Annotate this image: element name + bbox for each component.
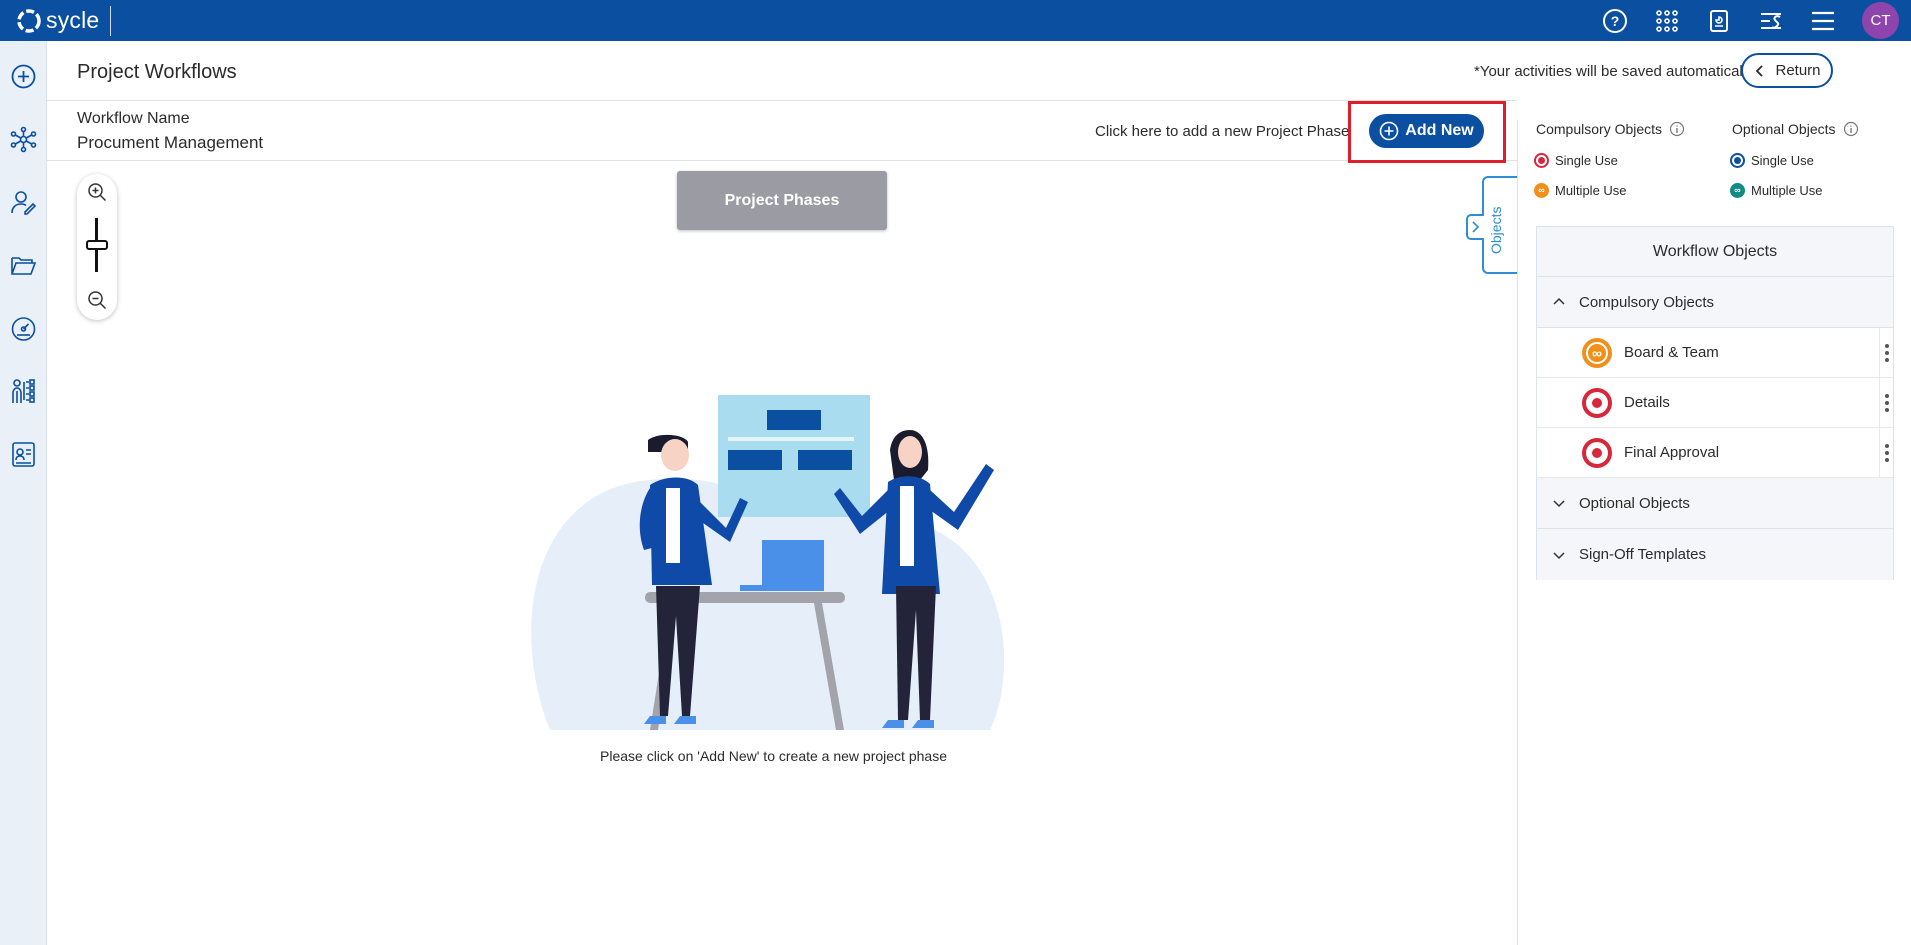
kebab-menu-icon[interactable] xyxy=(1879,378,1893,427)
chevron-right-icon[interactable] xyxy=(1466,214,1484,240)
kebab-menu-icon[interactable] xyxy=(1879,328,1893,377)
info-icon[interactable] xyxy=(1669,121,1685,137)
signoff-section-label: Sign-Off Templates xyxy=(1579,546,1707,563)
workflow-objects-title: Workflow Objects xyxy=(1537,227,1893,277)
compulsory-section-label: Compulsory Objects xyxy=(1579,293,1715,311)
object-item-label: Board & Team xyxy=(1624,344,1719,361)
legend-optional-title: Optional Objects xyxy=(1732,121,1859,137)
app-logo[interactable]: sycle xyxy=(0,0,112,41)
workflow-name-label: Workflow Name xyxy=(77,110,190,127)
add-new-label: Add New xyxy=(1405,122,1474,139)
apps-grid-icon[interactable] xyxy=(1654,8,1680,34)
zoom-out-icon[interactable] xyxy=(87,290,107,310)
brand-name: sycle xyxy=(46,7,100,33)
single-use-icon xyxy=(1582,437,1612,468)
legend-compulsory-label: Compulsory Objects xyxy=(1536,121,1663,137)
info-icon[interactable] xyxy=(1843,121,1859,137)
page-title: Project Workflows xyxy=(77,61,237,83)
logo-divider xyxy=(110,5,112,36)
object-item-details[interactable]: Details xyxy=(1537,378,1893,428)
legend-optional-label: Optional Objects xyxy=(1732,121,1836,137)
single-use-icon xyxy=(1582,387,1612,418)
multiple-use-teal-icon: ∞ xyxy=(1730,183,1745,198)
legend-multiple-use-label: Multiple Use xyxy=(1555,183,1627,198)
chevron-up-icon xyxy=(1553,297,1565,305)
add-circle-icon[interactable] xyxy=(10,63,37,90)
filter-list-icon[interactable] xyxy=(1758,8,1784,34)
dashboard-icon[interactable] xyxy=(10,315,37,342)
multiple-use-icon: ∞ xyxy=(1582,337,1612,368)
objects-tab-label: Objects xyxy=(1488,206,1504,254)
legend-single-use-label: Single Use xyxy=(1555,153,1618,168)
zoom-slider-thumb[interactable] xyxy=(86,240,108,250)
legend-optional-multiple: ∞ Multiple Use xyxy=(1730,183,1823,198)
legend-compulsory-single: Single Use xyxy=(1534,153,1618,168)
object-item-label: Final Approval xyxy=(1624,444,1720,461)
chevron-down-icon xyxy=(1553,500,1565,508)
legend-multiple-use-label: Multiple Use xyxy=(1751,183,1823,198)
kebab-menu-icon[interactable] xyxy=(1879,428,1893,477)
id-card-icon[interactable] xyxy=(10,441,37,468)
zoom-in-icon[interactable] xyxy=(87,182,107,202)
legend-compulsory-multiple: ∞ Multiple Use xyxy=(1534,183,1627,198)
report-icon[interactable] xyxy=(1706,8,1732,34)
empty-state-illustration xyxy=(531,395,1005,730)
left-sidebar xyxy=(0,41,47,945)
network-icon[interactable] xyxy=(10,126,37,153)
add-circle-icon xyxy=(1379,121,1399,141)
signoff-templates-section[interactable]: Sign-Off Templates xyxy=(1537,529,1893,580)
single-use-blue-icon xyxy=(1730,153,1745,168)
legend-single-use-label: Single Use xyxy=(1751,153,1814,168)
chevron-left-icon xyxy=(1756,64,1764,77)
project-phases-box: Project Phases xyxy=(677,171,887,230)
optional-section-label: Optional Objects xyxy=(1579,494,1690,512)
legend-optional-single: Single Use xyxy=(1730,153,1814,168)
autosave-note: *Your activities will be saved automatic… xyxy=(1474,63,1758,80)
add-new-button[interactable]: Add New xyxy=(1369,114,1484,148)
return-button[interactable]: Return xyxy=(1741,53,1833,88)
optional-objects-section[interactable]: Optional Objects xyxy=(1537,478,1893,529)
workflow-name-value: Procument Management xyxy=(77,133,264,152)
object-item-label: Details xyxy=(1624,394,1670,411)
compulsory-objects-section[interactable]: Compulsory Objects xyxy=(1537,277,1893,328)
sycle-logo-icon xyxy=(17,8,41,33)
object-item-board-team[interactable]: ∞ Board & Team xyxy=(1537,328,1893,378)
objects-side-tab[interactable]: Objects xyxy=(1466,176,1518,274)
return-label: Return xyxy=(1775,62,1821,79)
org-chart-icon[interactable] xyxy=(10,378,37,405)
object-item-final-approval[interactable]: Final Approval xyxy=(1537,428,1893,478)
right-panel-divider xyxy=(1517,120,1518,945)
folders-icon[interactable] xyxy=(10,252,37,279)
chevron-down-icon xyxy=(1553,551,1565,559)
user-avatar[interactable]: CT xyxy=(1862,2,1899,39)
workflow-divider xyxy=(47,160,1517,161)
workflow-objects-panel: Workflow Objects Compulsory Objects ∞ Bo… xyxy=(1536,226,1894,580)
legend-compulsory-title: Compulsory Objects xyxy=(1536,121,1685,137)
add-phase-hint: Click here to add a new Project Phase xyxy=(1095,123,1350,140)
zoom-control xyxy=(77,174,117,320)
help-icon[interactable]: ? xyxy=(1602,8,1628,34)
menu-icon[interactable] xyxy=(1810,8,1836,34)
multiple-use-orange-icon: ∞ xyxy=(1534,183,1549,198)
single-use-red-icon xyxy=(1534,153,1549,168)
empty-state-message: Please click on 'Add New' to create a ne… xyxy=(600,748,947,764)
header-divider xyxy=(47,100,1517,101)
top-bar: sycle ? CT xyxy=(0,0,1911,41)
user-edit-icon[interactable] xyxy=(10,189,37,216)
svg-text:?: ? xyxy=(1611,13,1620,29)
